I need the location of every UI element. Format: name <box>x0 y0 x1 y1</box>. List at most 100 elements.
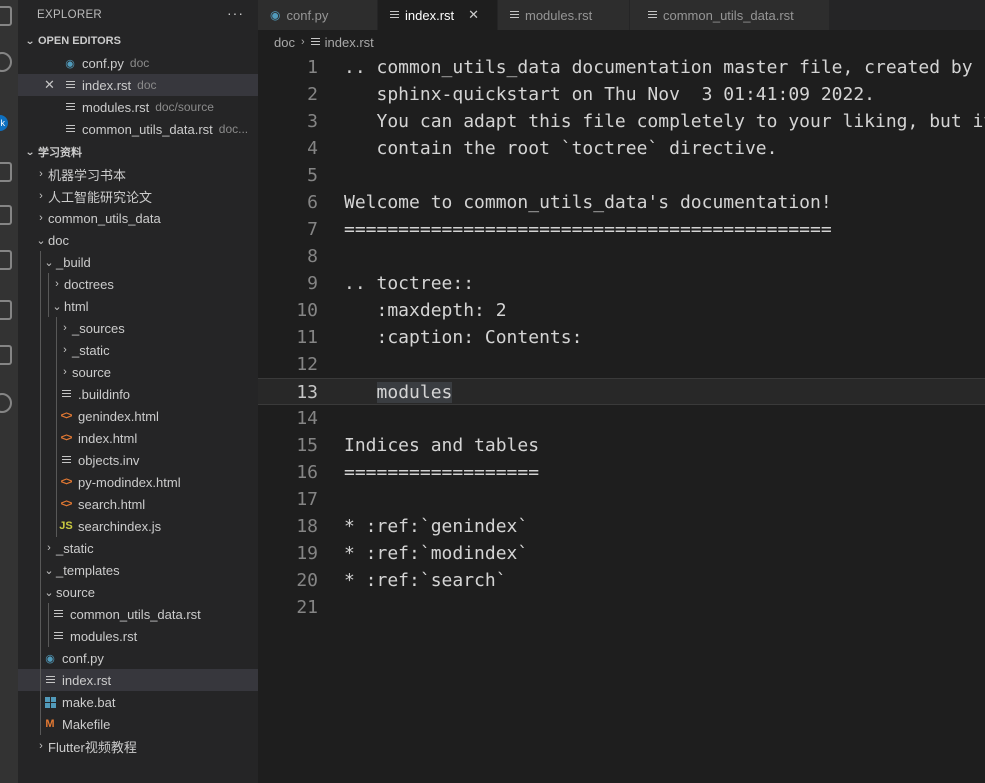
tree-file[interactable]: common_utils_data.rst <box>18 603 258 625</box>
tree-file[interactable]: modules.rst <box>18 625 258 647</box>
tree-file[interactable]: make.bat <box>18 691 258 713</box>
tree-folder[interactable]: ⌄ source <box>18 581 258 603</box>
indent-guide <box>40 669 41 691</box>
indent-guide <box>56 361 57 383</box>
tree-folder[interactable]: › source <box>18 361 258 383</box>
tree-label: genindex.html <box>78 408 159 424</box>
tree-file[interactable]: objects.inv <box>18 449 258 471</box>
remote-icon[interactable] <box>0 300 12 320</box>
code-line[interactable]: 21 <box>258 594 985 621</box>
code-line[interactable]: 12 <box>258 351 985 378</box>
tree-file[interactable]: M Makefile <box>18 713 258 735</box>
tree-folder[interactable]: ⌄ html <box>18 295 258 317</box>
tree-file[interactable]: ◉ conf.py <box>18 647 258 669</box>
tab-conf-py[interactable]: ◉ conf.py <box>258 0 378 30</box>
tree-file[interactable]: <> genindex.html <box>18 405 258 427</box>
code-line[interactable]: 18 * :ref:`genindex` <box>258 513 985 540</box>
indent-guide <box>40 251 41 273</box>
code-line[interactable]: 2 sphinx-quickstart on Thu Nov 3 01:41:0… <box>258 81 985 108</box>
indent-guide <box>40 317 41 339</box>
tree-folder[interactable]: › doctrees <box>18 273 258 295</box>
open-editor-common-utils-data-rst[interactable]: common_utils_data.rst doc... <box>18 118 258 140</box>
testing-icon[interactable] <box>0 345 12 365</box>
code-line[interactable]: 6 Welcome to common_utils_data's document… <box>258 189 985 216</box>
explorer-sidebar: EXPLORER ··· ⌄ OPEN EDITORS ◉ conf.py do… <box>18 0 258 783</box>
tab-common-utils-data-rst[interactable]: common_utils_data.rst <box>630 0 830 30</box>
makefile-icon: M <box>45 718 55 730</box>
close-icon[interactable]: ✕ <box>44 77 55 93</box>
tree-label: source <box>72 364 112 380</box>
code-line[interactable]: 14 <box>258 405 985 432</box>
tree-folder[interactable]: › Flutter视频教程 <box>18 735 258 757</box>
code-line[interactable]: 10 :maxdepth: 2 <box>258 297 985 324</box>
code-line-current[interactable]: 13 modules <box>258 378 985 405</box>
indent-guide <box>40 493 41 515</box>
tree-label: search.html <box>78 496 146 512</box>
chevron-right-icon: › <box>55 278 59 290</box>
tree-label: index.rst <box>62 672 112 688</box>
tab-index-rst[interactable]: index.rst ✕ <box>378 0 498 30</box>
files-icon[interactable] <box>0 6 12 26</box>
tree-folder[interactable]: › common_utils_data <box>18 207 258 229</box>
code-line[interactable]: 15 Indices and tables <box>258 432 985 459</box>
code-line[interactable]: 4 contain the root `toctree` directive. <box>258 135 985 162</box>
breadcrumb-item-doc[interactable]: doc <box>274 35 295 50</box>
tree-file-selected[interactable]: index.rst <box>18 669 258 691</box>
tree-file[interactable]: <> py-modindex.html <box>18 471 258 493</box>
code-line[interactable]: 1 .. common_utils_data documentation mast… <box>258 54 985 81</box>
tree-folder[interactable]: › _sources <box>18 317 258 339</box>
tree-file[interactable]: <> search.html <box>18 493 258 515</box>
source-control-icon[interactable] <box>0 162 12 182</box>
open-editor-desc: doc/source <box>155 100 214 114</box>
workspace-folder-label: 学习资料 <box>38 147 82 159</box>
code-line[interactable]: 19 * :ref:`modindex` <box>258 540 985 567</box>
tree-label: doc <box>48 232 69 248</box>
line-number: 12 <box>296 354 318 375</box>
open-editors-header[interactable]: ⌄ OPEN EDITORS <box>18 30 258 52</box>
code-line[interactable]: 20 * :ref:`search` <box>258 567 985 594</box>
tree-file[interactable]: .buildinfo <box>18 383 258 405</box>
line-text: :caption: Contents: <box>344 327 583 348</box>
code-line[interactable]: 16 ================== <box>258 459 985 486</box>
code-line[interactable]: 9 .. toctree:: <box>258 270 985 297</box>
search-icon[interactable] <box>0 52 12 72</box>
open-editor-name: modules.rst <box>82 99 150 115</box>
tree-folder[interactable]: ⌄ _templates <box>18 559 258 581</box>
tree-label: 机器学习书本 <box>48 167 127 183</box>
extensions-icon[interactable] <box>0 250 12 270</box>
code-line[interactable]: 17 <box>258 486 985 513</box>
code-line[interactable]: 7 =======================================… <box>258 216 985 243</box>
text-file-icon <box>510 8 519 23</box>
workspace-folder-header[interactable]: ⌄ 学习资料 <box>18 141 258 163</box>
open-editors-label: OPEN EDITORS <box>38 35 121 47</box>
tree-folder[interactable]: ⌄ doc <box>18 229 258 251</box>
tree-folder[interactable]: › 人工智能研究论文 <box>18 185 258 207</box>
code-editor[interactable]: 1 .. common_utils_data documentation mast… <box>258 54 985 783</box>
tree-file[interactable]: <> index.html <box>18 427 258 449</box>
open-editor-index-rst[interactable]: ✕ index.rst doc <box>18 74 258 96</box>
indent-guide <box>40 449 41 471</box>
tab-modules-rst[interactable]: modules.rst <box>498 0 630 30</box>
tree-label: objects.inv <box>78 452 140 468</box>
tree-file[interactable]: JS searchindex.js <box>18 515 258 537</box>
code-line[interactable]: 11 :caption: Contents: <box>258 324 985 351</box>
code-line[interactable]: 5 <box>258 162 985 189</box>
tree-folder[interactable]: ⌄ _build <box>18 251 258 273</box>
code-line[interactable]: 3 You can adapt this file completely to … <box>258 108 985 135</box>
explorer-title-label: EXPLORER <box>37 9 103 21</box>
open-editor-modules-rst[interactable]: modules.rst doc/source <box>18 96 258 118</box>
account-icon[interactable] <box>0 393 12 413</box>
open-editor-conf-py[interactable]: ◉ conf.py doc <box>18 52 258 74</box>
tree-folder[interactable]: › _static <box>18 339 258 361</box>
text-file-icon <box>58 386 74 402</box>
tree-folder[interactable]: › _static <box>18 537 258 559</box>
chevron-down-icon: ⌄ <box>24 146 36 158</box>
code-line[interactable]: 8 <box>258 243 985 270</box>
more-actions-icon[interactable]: ··· <box>227 5 244 21</box>
close-icon[interactable]: ✕ <box>468 7 479 23</box>
tree-folder[interactable]: › 机器学习书本 <box>18 163 258 185</box>
breadcrumb-item-file[interactable]: index.rst <box>325 35 374 50</box>
windows-file-icon <box>42 694 58 710</box>
run-debug-icon[interactable] <box>0 205 12 225</box>
indent-guide <box>56 493 57 515</box>
